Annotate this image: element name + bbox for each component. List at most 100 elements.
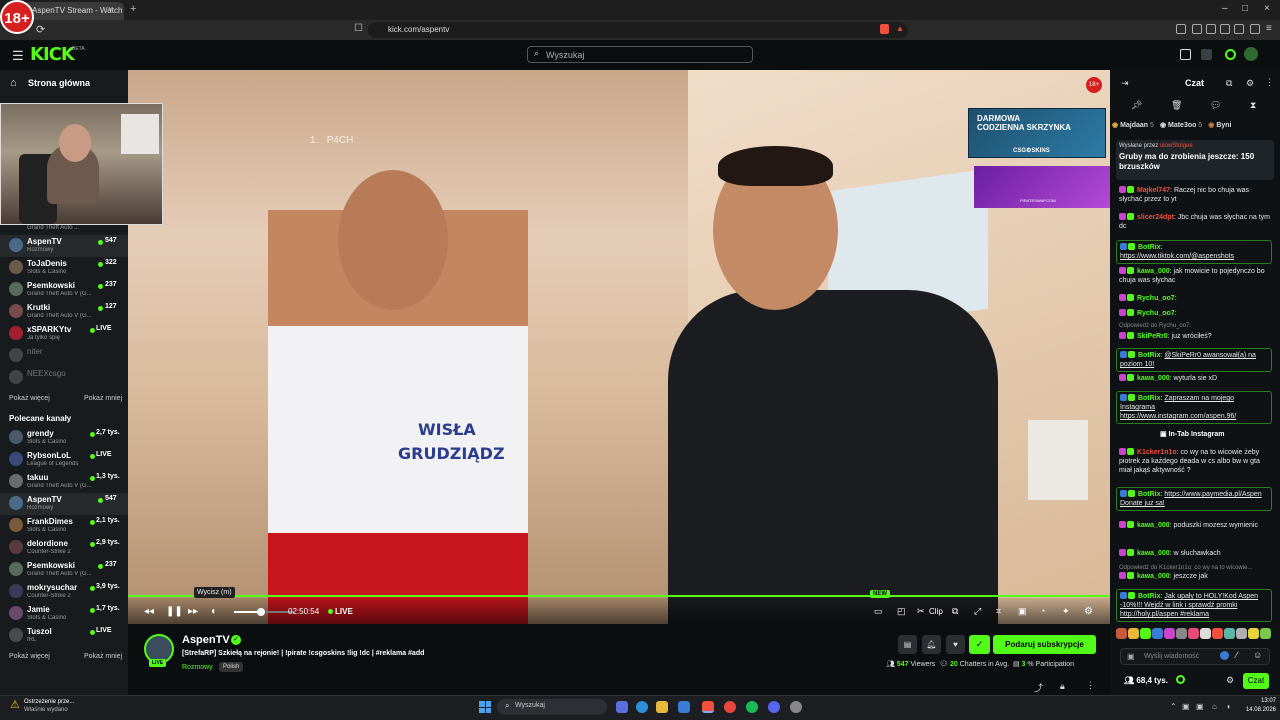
user-avatar[interactable]: [1244, 47, 1258, 61]
emote-icon[interactable]: [1140, 628, 1151, 639]
channel-item[interactable]: ToJaDenis Slots & Casino 322: [0, 257, 128, 279]
playback-progress-bar[interactable]: [128, 595, 1110, 597]
chat-username[interactable]: Rychu_oo7: [1137, 310, 1175, 317]
chat-send-button[interactable]: Czat: [1243, 673, 1269, 689]
emote-icon[interactable]: [1152, 628, 1163, 639]
sidebar-toggle-icon[interactable]: [1206, 24, 1216, 34]
show-more-recommended[interactable]: Pokaż więcej: [9, 653, 50, 660]
popout-chat-icon[interactable]: ⧉: [1226, 78, 1232, 89]
emote-icon[interactable]: [1248, 628, 1259, 639]
more-options-icon[interactable]: ⋮: [1086, 680, 1095, 691]
commands-icon[interactable]: ⁄: [1236, 650, 1238, 660]
downloads-icon[interactable]: [1234, 24, 1244, 34]
emoji-icon[interactable]: ☺: [1253, 650, 1262, 660]
trash-icon[interactable]: 🗑︎: [1171, 100, 1182, 111]
notification-title[interactable]: Ostrzeżenie prze...: [24, 699, 74, 705]
brave-rewards-icon[interactable]: ▲: [896, 24, 904, 33]
emote-icon[interactable]: [1212, 628, 1223, 639]
window-maximize-button[interactable]: □: [1242, 3, 1248, 14]
task-view-icon[interactable]: [616, 701, 628, 713]
chat-message[interactable]: Rychu_oo7:: [1119, 294, 1273, 303]
emote-icon[interactable]: [1224, 628, 1235, 639]
in-tab-instagram-link[interactable]: ▣ In-Tab Instagram: [1160, 430, 1224, 438]
channel-item[interactable]: delordione Counter-Strike 2 2,9 tys.: [0, 537, 128, 559]
pinned-by-user[interactable]: ulowStolgee: [1160, 143, 1193, 149]
channel-item[interactable]: mokrysuchar Counter-Strike 2 3,9 tys.: [0, 581, 128, 603]
channel-item[interactable]: Jamie Slots & Casino 1,7 tys.: [0, 603, 128, 625]
menu-icon[interactable]: ≡: [1266, 23, 1272, 34]
pause-button[interactable]: ❚❚: [166, 606, 183, 617]
clock-time[interactable]: 13:07: [1242, 698, 1276, 704]
network-icon[interactable]: ⌂: [1212, 702, 1217, 711]
chat-message[interactable]: BotRix: https://www.paymedia.pl/Aspen Do…: [1116, 487, 1272, 511]
reload-icon[interactable]: ⟳: [36, 23, 45, 36]
channel-item[interactable]: NEEXcsgo: [0, 367, 128, 389]
lock-icon[interactable]: 🔒︎: [1060, 681, 1065, 692]
chat-message[interactable]: kawa_000: jeszcze jak: [1119, 572, 1273, 581]
crop-icon[interactable]: ⌗: [996, 606, 1001, 617]
nav-home[interactable]: Strona główna: [28, 78, 90, 88]
settings-icon[interactable]: ⚙: [1084, 606, 1093, 617]
chat-message[interactable]: BotRix: Zapraszam na mojego Instagrama h…: [1116, 391, 1272, 424]
volume-slider-handle[interactable]: [257, 608, 265, 616]
new-tab-button[interactable]: +: [130, 3, 136, 15]
kick-logo[interactable]: KICK: [30, 44, 75, 65]
ad-banner-csgoskins[interactable]: DARMOWA CODZIENNA SKRZYNKA CSG⚙SKINS: [968, 108, 1106, 158]
chat-message[interactable]: kawa_000: w słuchawkach: [1119, 549, 1273, 558]
extension-icon[interactable]: [1176, 24, 1186, 34]
chat-message[interactable]: kawa_000: jak mowicie to pojedynczo bo c…: [1119, 267, 1273, 285]
wallet-icon[interactable]: [1220, 24, 1230, 34]
chat-username[interactable]: BotRix: [1138, 244, 1161, 251]
chat-username[interactable]: slicer24dpt: [1137, 214, 1174, 221]
channel-item[interactable]: niter: [0, 345, 128, 367]
reply-context[interactable]: Odpowiedź do Rychu_oo7:: [1119, 323, 1191, 329]
tray-app-icon[interactable]: ▣: [1182, 702, 1190, 711]
hourglass-icon[interactable]: ⧗: [1250, 100, 1256, 111]
chat-more-icon[interactable]: ⋮: [1265, 77, 1274, 88]
speed-icon[interactable]: ◔: [1040, 606, 1045, 616]
rewind-icon[interactable]: ◂◂: [144, 606, 154, 617]
collapse-chat-icon[interactable]: ⇥: [1121, 78, 1129, 89]
streamer-name[interactable]: AspenTV: [182, 634, 230, 646]
camera-icon[interactable]: ▭: [874, 606, 883, 617]
clip-button[interactable]: Clip: [929, 607, 943, 616]
channel-item[interactable]: takuu Grand Theft Auto V (G... 1,3 tys.: [0, 471, 128, 493]
tab-close-icon[interactable]: ×: [108, 4, 113, 14]
channel-item[interactable]: RybsonLoL League of Legends LIVE: [0, 449, 128, 471]
video-player[interactable]: WISŁA GRUDZIĄDZ 1. P4CH 18+ DARMOWA CODZ…: [128, 70, 1110, 624]
channel-item[interactable]: xSPARKYtv Ja tylko śpię LIVE: [0, 323, 128, 345]
chat-message[interactable]: kawa_000: poduszki mozesz wymienic: [1119, 521, 1273, 530]
extension-icon[interactable]: [1192, 24, 1202, 34]
volume-icon[interactable]: ◖: [210, 606, 216, 617]
share-icon[interactable]: ⤴: [1034, 681, 1043, 694]
chat-message[interactable]: kawa_000: wyturla sie xD: [1119, 374, 1273, 383]
layout-icon[interactable]: [1201, 49, 1212, 60]
chat-message[interactable]: Rychu_oo7:: [1119, 309, 1273, 318]
emote-icon[interactable]: [1116, 628, 1127, 639]
pin-icon[interactable]: 📌︎: [1131, 100, 1142, 111]
leaderboard-entry[interactable]: ◉ Majdaan 5: [1112, 121, 1154, 129]
channel-item[interactable]: AspenTV Rozmowy 547: [0, 235, 128, 257]
chat-username[interactable]: BotRix: [1138, 395, 1161, 402]
emote-icon[interactable]: [1188, 628, 1199, 639]
channel-item[interactable]: Tuszol IRL LIVE: [0, 625, 128, 647]
spotify-icon[interactable]: [746, 701, 758, 713]
store-icon[interactable]: [678, 701, 690, 713]
url-input[interactable]: kick.com/aspentv: [368, 22, 908, 38]
emote-icon[interactable]: [1200, 628, 1211, 639]
channel-item[interactable]: Psemkowski Grand Theft Auto V (G... 237: [0, 279, 128, 301]
home-icon[interactable]: ⌂: [10, 77, 17, 89]
leaderboard-entry[interactable]: ◉ Mate3oo 5: [1160, 121, 1202, 129]
volume-tray-icon[interactable]: ◖: [1226, 702, 1231, 711]
ad-banner-pirateswap[interactable]: PIRATESWAP.COM: [974, 166, 1110, 208]
emote-icon[interactable]: [1260, 628, 1271, 639]
chat-settings-gear-icon[interactable]: ⚙: [1226, 675, 1234, 686]
chrome-icon[interactable]: [724, 701, 736, 713]
language-tag[interactable]: Polish: [219, 662, 244, 672]
stream-category-link[interactable]: Rozmowy: [182, 664, 213, 671]
window-minimize-button[interactable]: –: [1222, 3, 1228, 14]
captions-icon[interactable]: ⧉: [952, 606, 958, 617]
clip-icon[interactable]: ✂: [917, 606, 925, 617]
taskbar-search[interactable]: Wyszukaj: [497, 699, 607, 715]
chat-username[interactable]: kawa_000: [1137, 550, 1170, 557]
